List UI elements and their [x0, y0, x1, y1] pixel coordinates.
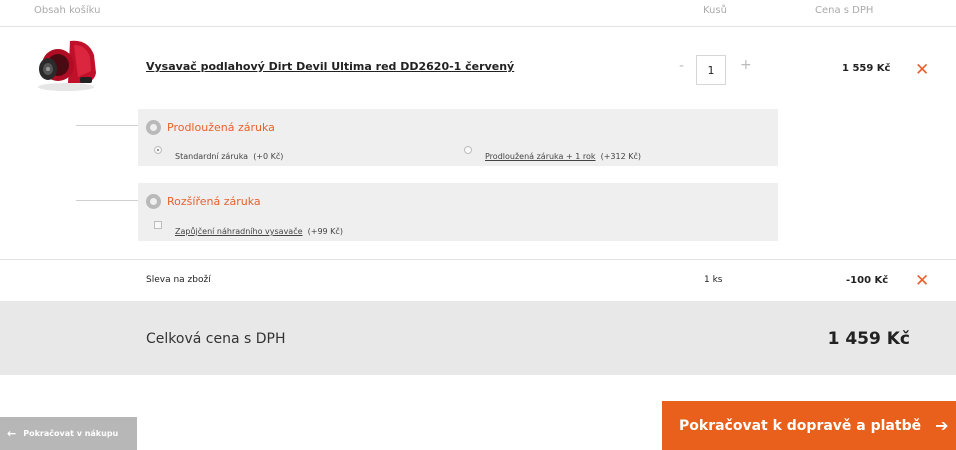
expanded-warranty-title: Rozšířená záruka: [167, 195, 261, 208]
qty-increase-button[interactable]: +: [740, 58, 752, 72]
vacuum-cleaner-icon: [38, 40, 96, 91]
extended-warranty-price: (+312 Kč): [600, 152, 642, 161]
gear-icon: [146, 194, 161, 209]
discount-qty: 1 ks: [704, 275, 723, 285]
header-cart-contents: Obsah košíku: [34, 5, 101, 16]
header-price: Cena s DPH: [815, 5, 874, 16]
standard-warranty-price: (+0 Kč): [253, 152, 284, 161]
radio-standard-warranty[interactable]: [154, 146, 162, 154]
arrow-left-icon: ←: [7, 427, 17, 440]
option-extended-warranty[interactable]: Prodloužená záruka + 1 rok (+312 Kč): [485, 144, 641, 163]
discount-label: Sleva na zboží: [146, 275, 211, 285]
arrow-right-icon: ➔: [935, 416, 949, 435]
replacement-vacuum-link[interactable]: Zapůjčení náhradního vysavače: [175, 227, 303, 236]
total-label: Celková cena s DPH: [146, 331, 286, 347]
option-replacement-vacuum[interactable]: Zapůjčení náhradního vysavače (+99 Kč): [175, 219, 343, 238]
continue-shopping-label: Pokračovat v nákupu: [23, 429, 119, 438]
warranty-connector-line: [76, 125, 138, 126]
radio-extended-warranty[interactable]: [464, 146, 472, 154]
expanded-warranty-connector-line: [76, 200, 138, 201]
remove-product-icon[interactable]: ✕: [915, 62, 929, 79]
qty-decrease-button[interactable]: -: [679, 59, 684, 73]
checkbox-replacement-vacuum[interactable]: [154, 221, 162, 229]
continue-shopping-button[interactable]: ← Pokračovat v nákupu: [0, 417, 137, 450]
extended-warranty-box: Prodloužená záruka Standardní záruka (+0…: [138, 109, 778, 166]
discount-divider-top: [0, 259, 956, 260]
total-value: 1 459 Kč: [827, 329, 910, 349]
discount-price: -100 Kč: [846, 275, 889, 286]
replacement-vacuum-price: (+99 Kč): [307, 227, 343, 236]
vacuum-cleaner-image[interactable]: [28, 33, 104, 95]
continue-to-shipping-label: Pokračovat k dopravě a platbě: [679, 417, 922, 434]
product-name-link[interactable]: Vysavač podlahový Dirt Devil Ultima red …: [146, 60, 514, 73]
extended-warranty-title: Prodloužená záruka: [167, 121, 275, 134]
option-standard-warranty[interactable]: Standardní záruka (+0 Kč): [175, 144, 283, 163]
extended-warranty-link[interactable]: Prodloužená záruka + 1 rok: [485, 152, 596, 161]
header-quantity: Kusů: [703, 5, 727, 16]
gear-icon: [146, 120, 161, 135]
standard-warranty-label: Standardní záruka: [175, 152, 249, 161]
expanded-warranty-box: Rozšířená záruka Zapůjčení náhradního vy…: [138, 183, 778, 241]
header-divider: [0, 26, 956, 27]
product-price: 1 559 Kč: [842, 63, 891, 74]
continue-to-shipping-button[interactable]: Pokračovat k dopravě a platbě ➔: [662, 401, 956, 450]
quantity-input[interactable]: [696, 55, 726, 85]
remove-discount-icon[interactable]: ✕: [915, 273, 929, 290]
